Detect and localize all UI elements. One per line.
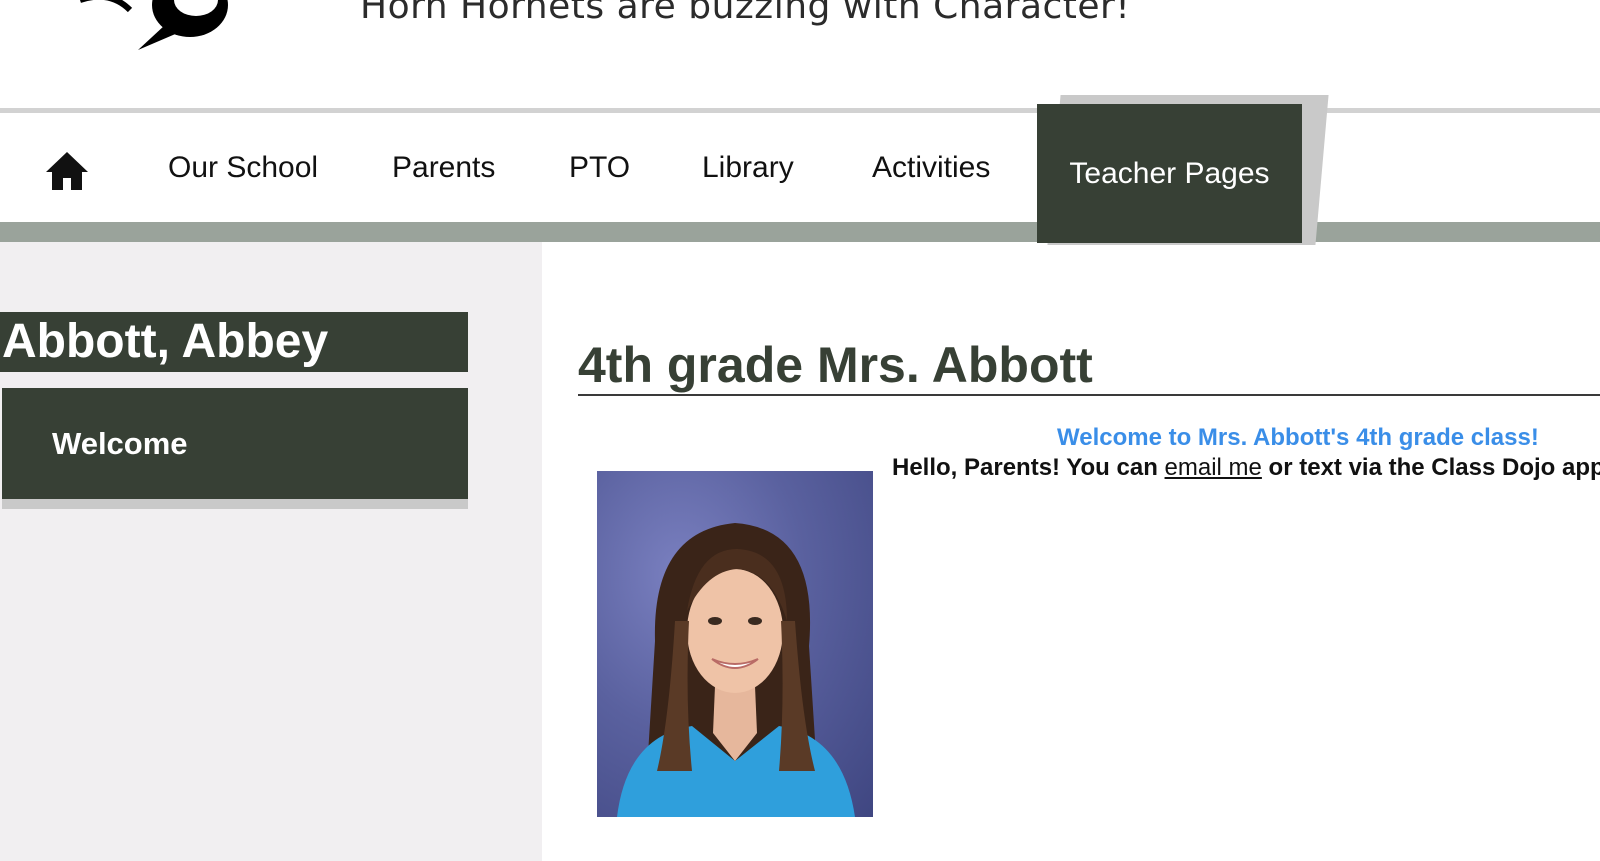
home-icon[interactable] — [44, 150, 90, 192]
hornet-logo[interactable] — [60, 0, 240, 55]
contact-prefix: Hello, Parents! You can — [892, 454, 1165, 481]
teacher-name-heading: Abbott, Abbey — [0, 312, 468, 372]
nav-bottom-band — [0, 222, 1600, 242]
nav-pto[interactable]: PTO — [569, 113, 630, 222]
sidebar-item-welcome[interactable]: Welcome — [2, 388, 468, 499]
nav-activities[interactable]: Activities — [872, 113, 990, 222]
site-header: Horn Hornets are buzzing with Character! — [0, 0, 1600, 110]
nav-library[interactable]: Library — [702, 113, 794, 222]
sidebar-item-label: Welcome — [52, 425, 188, 461]
contact-message: Hello, Parents! You can email me or text… — [892, 454, 1600, 482]
page-title: 4th grade Mrs. Abbott — [578, 337, 1093, 393]
teacher-photo — [597, 471, 873, 817]
nav-parents[interactable]: Parents — [392, 113, 495, 222]
title-divider — [578, 394, 1600, 396]
nav-our-school[interactable]: Our School — [168, 113, 318, 222]
contact-suffix: or text via the Class Dojo app. — [1261, 454, 1600, 481]
teacher-portrait-graphic — [617, 523, 855, 817]
nav-teacher-pages[interactable]: Teacher Pages — [1037, 104, 1302, 243]
welcome-message: Welcome to Mrs. Abbott's 4th grade class… — [1057, 424, 1539, 451]
site-tagline: Horn Hornets are buzzing with Character! — [360, 0, 1131, 27]
email-link[interactable]: email me — [1165, 454, 1262, 481]
